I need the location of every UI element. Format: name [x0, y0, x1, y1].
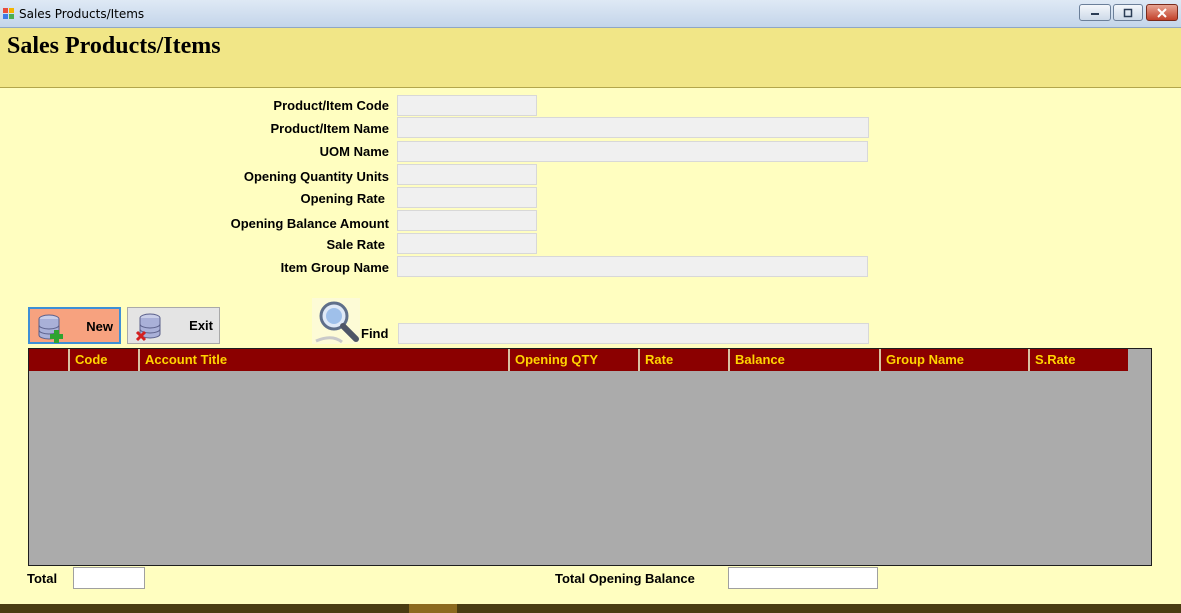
product-item-name-input[interactable]	[397, 117, 869, 138]
minimize-icon	[1091, 12, 1099, 15]
grid-header-group-name[interactable]: Group Name	[881, 349, 1030, 371]
window-title: Sales Products/Items	[19, 7, 145, 21]
exit-button[interactable]: Exit	[127, 307, 220, 344]
grid-header-code[interactable]: Code	[70, 349, 140, 371]
grid-header-balance[interactable]: Balance	[730, 349, 881, 371]
find-label: Find	[361, 326, 389, 341]
exit-button-label: Exit	[189, 318, 213, 333]
taskbar-strip	[0, 604, 1181, 613]
window-titlebar: Sales Products/Items	[0, 0, 1181, 28]
uom-name-label: UOM Name	[319, 144, 389, 159]
product-item-name-label: Product/Item Name	[270, 121, 389, 136]
close-icon	[1157, 7, 1167, 18]
opening-quantity-units-input[interactable]	[397, 164, 537, 185]
page-title: Sales Products/Items	[7, 33, 221, 59]
product-item-code-label: Product/Item Code	[273, 98, 389, 113]
find-input[interactable]	[398, 323, 869, 344]
item-group-name-label: Item Group Name	[280, 260, 389, 275]
total-opening-balance-field[interactable]	[728, 567, 878, 589]
total-field[interactable]	[73, 567, 145, 589]
database-delete-icon	[135, 313, 161, 342]
new-button[interactable]: New	[28, 307, 121, 344]
total-label: Total	[27, 571, 58, 586]
opening-quantity-units-label: Opening Quantity Units	[243, 169, 389, 184]
opening-rate-input[interactable]	[397, 187, 537, 208]
opening-balance-amount-input[interactable]	[397, 210, 537, 231]
item-group-name-input[interactable]	[397, 256, 868, 277]
grid-header-rate[interactable]: Rate	[640, 349, 730, 371]
maximize-button[interactable]	[1113, 4, 1143, 21]
sale-rate-label: Sale Rate	[326, 237, 385, 252]
opening-balance-amount-label: Opening Balance Amount	[230, 216, 389, 231]
uom-name-input[interactable]	[397, 141, 868, 162]
sale-rate-input[interactable]	[397, 233, 537, 254]
grid-header-opening-qty[interactable]: Opening QTY	[510, 349, 640, 371]
items-grid[interactable]: Code Account Title Opening QTY Rate Bala…	[28, 348, 1152, 566]
grid-header-s-rate[interactable]: S.Rate	[1030, 349, 1128, 371]
total-opening-balance-label: Total Opening Balance	[555, 571, 695, 586]
database-add-icon	[38, 314, 63, 343]
new-button-label: New	[86, 319, 113, 334]
grid-header-row-selector[interactable]	[29, 349, 70, 371]
app-icon	[3, 8, 15, 20]
maximize-icon	[1123, 8, 1133, 17]
opening-rate-label: Opening Rate	[300, 191, 385, 206]
magnifier-icon[interactable]	[312, 298, 360, 344]
header-band: Sales Products/Items	[0, 28, 1181, 88]
close-button[interactable]	[1146, 4, 1178, 21]
product-item-code-input[interactable]	[397, 95, 537, 116]
grid-header-row: Code Account Title Opening QTY Rate Bala…	[29, 349, 1128, 371]
grid-header-account-title[interactable]: Account Title	[140, 349, 510, 371]
taskbar-tab[interactable]	[409, 604, 457, 613]
minimize-button[interactable]	[1079, 4, 1111, 21]
